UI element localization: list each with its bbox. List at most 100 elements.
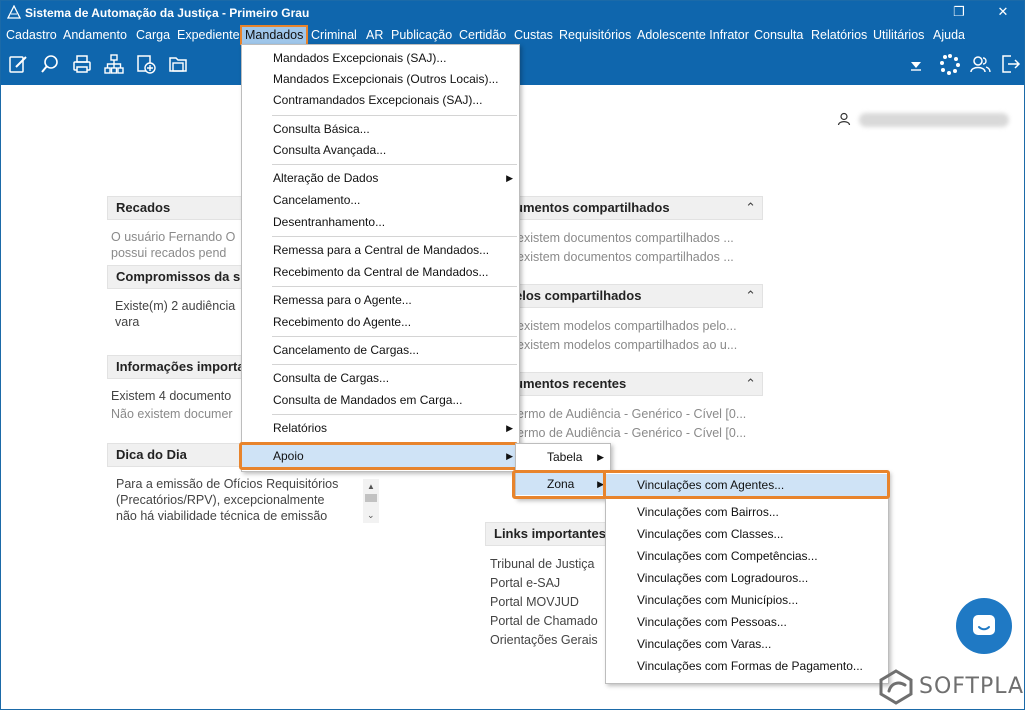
menu-item-remessa-central[interactable]: Remessa para a Central de Mandados... [242, 239, 519, 261]
menu-relatorios[interactable]: Relatórios [811, 27, 867, 44]
menu-adolescente-infrator[interactable]: Adolescente Infrator [637, 27, 749, 44]
menu-item-vinculacoes-logradouros[interactable]: Vinculações com Logradouros... [606, 567, 888, 589]
app-logo-icon [7, 5, 21, 19]
panel-title: elos compartilhados [515, 288, 642, 303]
menu-item-cancelamento[interactable]: Cancelamento... [242, 189, 519, 211]
recentes-line[interactable]: ermo de Audiência - Genérico - Cível [0.… [517, 407, 746, 421]
edit-icon[interactable] [7, 53, 29, 75]
menu-item-mandados-excepcionais-saj[interactable]: Mandados Excepcionais (SAJ)... [242, 47, 519, 69]
app-window: Sistema de Automação da Justiça - Primei… [0, 0, 1025, 710]
scroll-down-icon[interactable]: ⌄ [367, 510, 375, 521]
panel-recentes-header[interactable]: umentos recentes ⌃ [506, 372, 763, 396]
restore-button[interactable]: ❐ [937, 1, 981, 25]
collapse-icon[interactable]: ⌃ [745, 373, 756, 395]
user-icon [837, 112, 851, 126]
dropdown-icon[interactable] [907, 53, 925, 75]
menu-ajuda[interactable]: Ajuda [933, 27, 965, 44]
menu-separator [272, 336, 517, 337]
menu-item-vinculacoes-competencias[interactable]: Vinculações com Competências... [606, 545, 888, 567]
panel-title: Recados [116, 200, 171, 215]
panel-title: Dica do Dia [116, 447, 187, 462]
hierarchy-icon[interactable] [103, 53, 125, 75]
panel-title: Compromissos da s [116, 269, 241, 284]
recados-line: O usuário Fernando O [111, 230, 236, 244]
menu-publicacao[interactable]: Publicação [391, 27, 452, 44]
menu-item-remessa-agente[interactable]: Remessa para o Agente... [242, 289, 519, 311]
menu-item-vinculacoes-formas-pagamento[interactable]: Vinculações com Formas de Pagamento... [606, 655, 888, 677]
menu-ar[interactable]: AR [366, 27, 383, 44]
menu-item-consulta-mandados-carga[interactable]: Consulta de Mandados em Carga... [242, 389, 519, 411]
menu-item-tabela[interactable]: Tabela ▶ [516, 446, 610, 468]
panel-title: umentos recentes [515, 376, 627, 391]
menu-item-apoio[interactable]: Apoio ▶ [242, 445, 519, 467]
menu-separator [272, 364, 517, 365]
menu-item-vinculacoes-agentes[interactable]: Vinculações com Agentes... [606, 474, 888, 496]
link-item[interactable]: Portal de Chamado [490, 614, 598, 628]
menu-item-mandados-excepcionais-outros[interactable]: Mandados Excepcionais (Outros Locais)... [242, 68, 519, 90]
folder-icon[interactable] [167, 53, 189, 75]
menu-item-vinculacoes-bairros[interactable]: Vinculações com Bairros... [606, 501, 888, 523]
loading-spinner-icon [940, 54, 960, 75]
modelos-line: existem modelos compartilhados pelo... [517, 319, 737, 333]
link-item[interactable]: Orientações Gerais [490, 633, 598, 647]
menu-item-vinculacoes-varas[interactable]: Vinculações com Varas... [606, 633, 888, 655]
documentos-line: existem documentos compartilhados ... [517, 231, 734, 245]
menu-separator [272, 414, 517, 415]
scroll-thumb[interactable] [365, 494, 377, 502]
menu-consulta[interactable]: Consulta [754, 27, 803, 44]
compromissos-line[interactable]: Existe(m) 2 audiência [115, 299, 235, 313]
collapse-icon[interactable]: ⌃ [745, 285, 756, 307]
informacoes-line[interactable]: Existem 4 documento [111, 389, 231, 403]
softplan-mark-icon [879, 669, 913, 705]
menu-item-recebimento-central[interactable]: Recebimento da Central de Mandados... [242, 261, 519, 283]
menu-item-consulta-avancada[interactable]: Consulta Avançada... [242, 139, 519, 161]
panel-links-header[interactable]: Links importantes [485, 522, 615, 546]
informacoes-line: Não existem documer [111, 407, 233, 421]
menu-item-relatorios[interactable]: Relatórios ▶ [242, 417, 519, 439]
menu-expediente[interactable]: Expediente [177, 27, 240, 44]
menu-item-desentranhamento[interactable]: Desentranhamento... [242, 211, 519, 233]
panel-modelos-header[interactable]: elos compartilhados ⌃ [506, 284, 763, 308]
collapse-icon[interactable]: ⌃ [745, 197, 756, 219]
menu-item-zona[interactable]: Zona ▶ [516, 473, 610, 495]
menu-cadastro[interactable]: Cadastro [6, 27, 57, 44]
menu-item-alteracao-dados[interactable]: Alteração de Dados ▶ [242, 167, 519, 189]
menu-carga[interactable]: Carga [136, 27, 170, 44]
recados-line: possui recados pend [111, 246, 227, 260]
menu-item-consulta-cargas[interactable]: Consulta de Cargas... [242, 367, 519, 389]
link-item[interactable]: Portal MOVJUD [490, 595, 579, 609]
close-button[interactable]: ✕ [981, 1, 1024, 25]
add-document-icon[interactable] [135, 53, 157, 75]
menu-item-cancelamento-cargas[interactable]: Cancelamento de Cargas... [242, 339, 519, 361]
menu-mandados[interactable]: Mandados [239, 25, 309, 46]
mandados-menu: Mandados Excepcionais (SAJ)... Mandados … [241, 44, 520, 472]
link-item[interactable]: Portal e-SAJ [490, 576, 560, 590]
menu-utilitarios[interactable]: Utilitários [873, 27, 924, 44]
logout-icon[interactable] [999, 53, 1021, 75]
menu-item-consulta-basica[interactable]: Consulta Básica... [242, 118, 519, 140]
scroll-up-icon[interactable]: ▲ [367, 482, 375, 491]
menu-item-contramandados[interactable]: Contramandados Excepcionais (SAJ)... [242, 89, 519, 111]
chat-button[interactable] [956, 598, 1012, 654]
menu-criminal[interactable]: Criminal [311, 27, 357, 44]
users-icon[interactable] [969, 53, 991, 75]
menu-item-recebimento-agente[interactable]: Recebimento do Agente... [242, 311, 519, 333]
submenu-arrow-icon: ▶ [506, 173, 513, 183]
printer-icon[interactable] [71, 53, 93, 75]
menu-custas[interactable]: Custas [514, 27, 553, 44]
recentes-line[interactable]: ermo de Audiência - Genérico - Cível [0.… [517, 426, 746, 440]
menu-requisitorios[interactable]: Requisitórios [559, 27, 631, 44]
menu-item-vinculacoes-classes[interactable]: Vinculações com Classes... [606, 523, 888, 545]
menu-separator [272, 286, 517, 287]
link-item[interactable]: Tribunal de Justiça [490, 557, 594, 571]
search-icon[interactable] [39, 53, 61, 75]
menu-item-vinculacoes-municipios[interactable]: Vinculações com Municípios... [606, 589, 888, 611]
dica-scrollbar[interactable]: ▲ ⌄ [363, 479, 379, 523]
menu-andamento[interactable]: Andamento [63, 27, 127, 44]
panel-documentos-header[interactable]: umentos compartilhados ⌃ [506, 196, 763, 220]
menu-item-vinculacoes-pessoas[interactable]: Vinculações com Pessoas... [606, 611, 888, 633]
brand-name: SOFTPLAN [919, 674, 1025, 699]
menu-certidao[interactable]: Certidão [459, 27, 506, 44]
dica-line: (Precatórios/RPV), excepcionalmente [116, 493, 325, 507]
zona-submenu: Vinculações com Agentes... Vinculações c… [605, 471, 889, 684]
